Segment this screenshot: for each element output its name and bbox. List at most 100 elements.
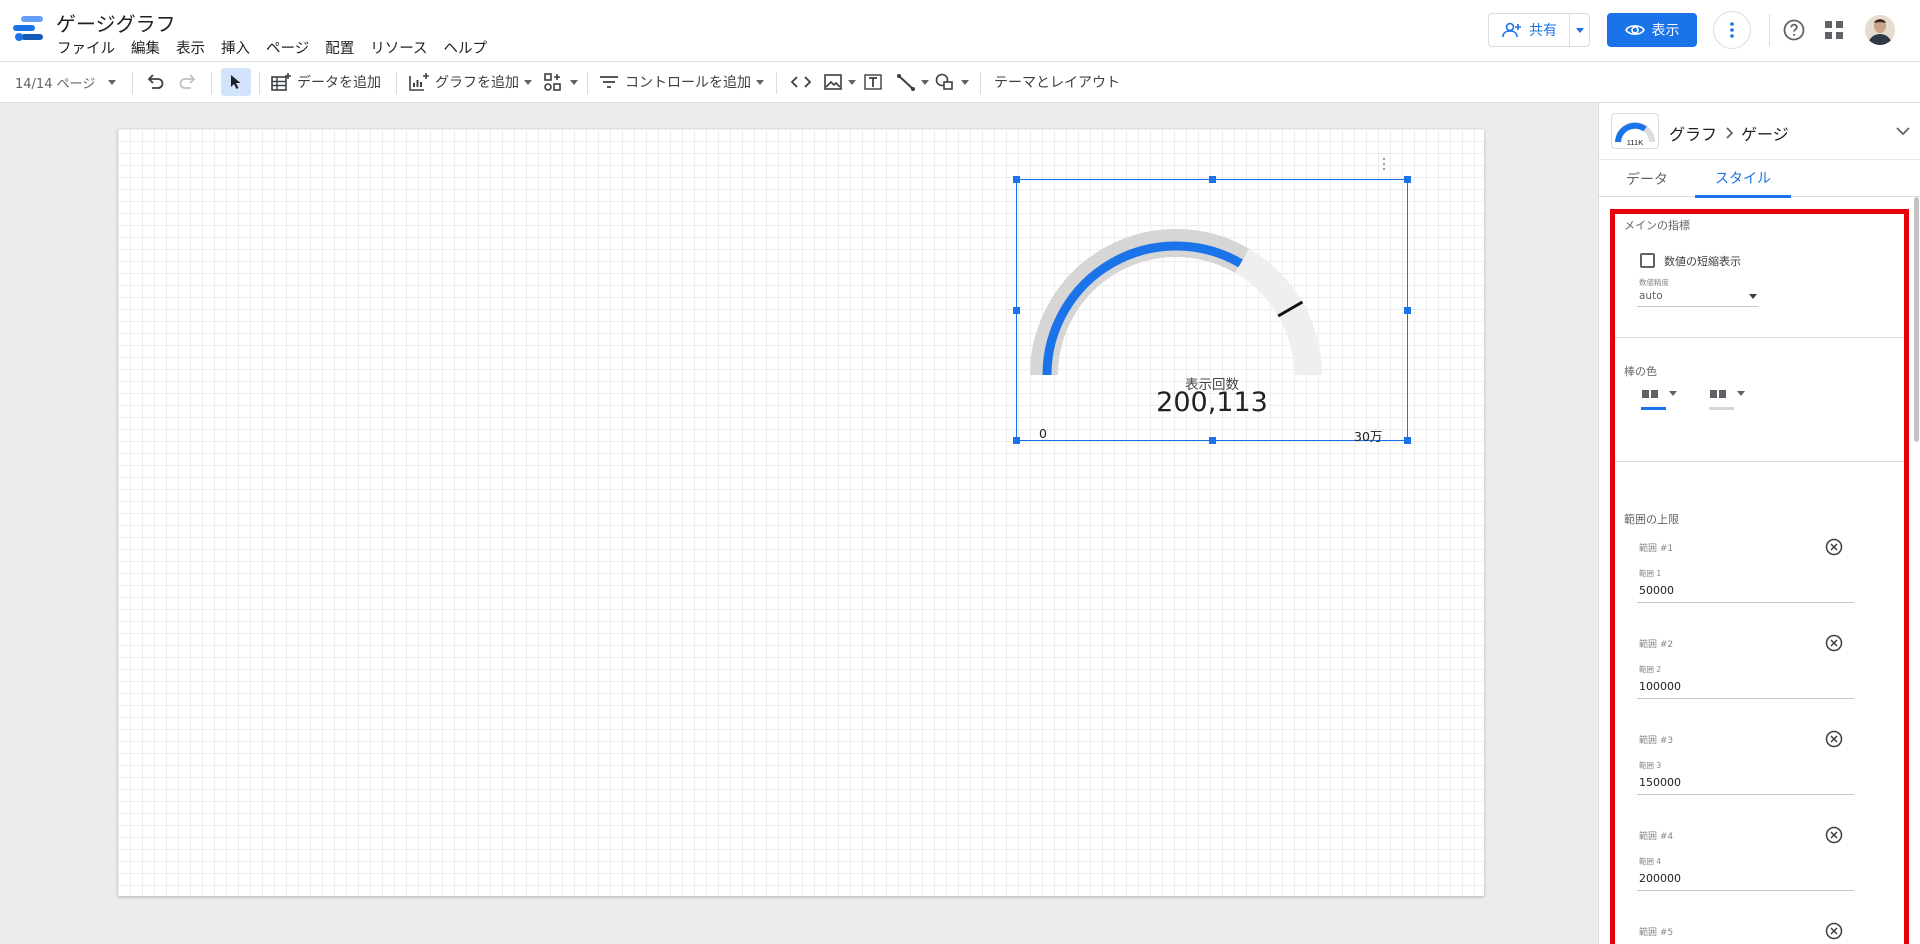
add-chart-label: グラフを追加 <box>435 75 519 91</box>
caret-down-icon <box>848 79 856 85</box>
image-button[interactable] <box>823 62 856 102</box>
header-divider <box>1769 14 1770 46</box>
shape-button[interactable] <box>934 62 969 102</box>
chart-more-icon[interactable] <box>1381 157 1387 171</box>
resize-handle-top-left[interactable] <box>1013 176 1020 183</box>
caret-down-icon <box>961 79 969 85</box>
shapes-icon <box>935 73 953 90</box>
theme-layout-label: テーマとレイアウト <box>994 75 1120 91</box>
add-data-button[interactable]: データを追加 <box>270 62 381 102</box>
app-header: ゲージグラフ ファイル 編集 表示 挿入 ページ 配置 リソース ヘルプ 共有 … <box>0 0 1920 61</box>
add-chart-icon <box>409 73 429 91</box>
gauge-chart-icon: 111K <box>1615 122 1655 147</box>
gauge-min-label: 0 <box>1039 426 1047 441</box>
panel-tabs: データ スタイル <box>1599 159 1920 198</box>
breadcrumb-parent[interactable]: グラフ <box>1669 121 1717 145</box>
menu-arrange[interactable]: 配置 <box>317 37 362 58</box>
resize-handle-top-right[interactable] <box>1404 176 1411 183</box>
menu-insert[interactable]: 挿入 <box>213 37 258 58</box>
code-brackets-icon <box>790 76 812 88</box>
share-label: 共有 <box>1529 23 1557 39</box>
user-photo-icon <box>1865 15 1895 45</box>
add-chart-button[interactable]: グラフを追加 <box>408 62 532 102</box>
eye-icon <box>1624 25 1645 35</box>
toolbar-divider <box>396 72 397 94</box>
share-button-group: 共有 <box>1488 13 1590 47</box>
caret-down-icon <box>756 79 764 85</box>
menu-view[interactable]: 表示 <box>168 37 213 58</box>
properties-panel: 111K グラフ ゲージ データ スタイル メインの指標 数値の短縮表示 数値精… <box>1598 103 1920 944</box>
menu-file[interactable]: ファイル <box>57 37 123 58</box>
resize-handle-left[interactable] <box>1013 307 1020 314</box>
panel-scrollbar-thumb[interactable] <box>1914 197 1919 442</box>
undo-button[interactable] <box>145 62 165 102</box>
components-icon <box>544 73 561 91</box>
toolbar-divider <box>587 72 588 94</box>
toolbar-divider <box>259 72 260 94</box>
apps-grid-icon[interactable] <box>1824 20 1844 40</box>
menu-page[interactable]: ページ <box>258 37 317 58</box>
chevron-right-icon <box>1726 127 1734 139</box>
toolbar-divider <box>776 72 777 94</box>
undo-icon <box>147 74 164 89</box>
redo-icon <box>179 74 196 89</box>
breadcrumb-child: ゲージ <box>1741 125 1789 144</box>
report-title[interactable]: ゲージグラフ <box>56 8 176 37</box>
line-icon <box>897 74 915 91</box>
community-viz-button[interactable] <box>543 62 578 102</box>
tab-data[interactable]: データ <box>1605 160 1689 198</box>
line-button[interactable] <box>896 62 929 102</box>
share-button[interactable]: 共有 <box>1489 14 1569 46</box>
data-studio-logo-icon[interactable] <box>13 14 45 44</box>
view-label: 表示 <box>1651 23 1680 39</box>
filter-icon <box>600 76 618 88</box>
gauge-chart[interactable]: 表示回数 200,113 0 30万 <box>1013 176 1411 444</box>
thumb-label: 111K <box>1627 138 1643 147</box>
menu-edit[interactable]: 編集 <box>123 37 168 58</box>
help-icon[interactable] <box>1782 18 1806 42</box>
add-control-label: コントロールを追加 <box>625 75 751 91</box>
add-control-button[interactable]: コントロールを追加 <box>598 62 764 102</box>
resize-handle-top[interactable] <box>1209 176 1216 183</box>
page-indicator: 14/14 ページ <box>15 76 96 92</box>
chart-type-thumbnail[interactable]: 111K <box>1611 113 1659 149</box>
report-page[interactable]: 表示回数 200,113 0 30万 <box>118 129 1484 896</box>
embed-url-button[interactable] <box>790 62 812 102</box>
more-options-button[interactable] <box>1713 11 1751 49</box>
toolbar-divider <box>980 72 981 94</box>
text-box-icon <box>864 74 882 90</box>
image-icon <box>824 74 842 90</box>
caret-down-icon <box>1575 27 1584 33</box>
caret-down-icon <box>524 79 532 85</box>
gauge-track <box>1030 229 1250 376</box>
resize-handle-bottom-left[interactable] <box>1013 437 1020 444</box>
view-mode-button[interactable]: 表示 <box>1607 13 1697 47</box>
style-settings-scroll[interactable]: メインの指標 数値の短縮表示 数値精度 auto 棒の色 範囲の上限 範囲 #1… <box>1599 197 1920 944</box>
caret-down-icon <box>921 79 929 85</box>
page-navigator[interactable]: 14/14 ページ <box>15 62 117 102</box>
select-tool-button[interactable] <box>221 68 251 96</box>
user-avatar[interactable] <box>1865 15 1895 45</box>
redo-button[interactable] <box>178 62 198 102</box>
resize-handle-bottom-right[interactable] <box>1404 437 1411 444</box>
chevron-down-icon[interactable] <box>1895 123 1911 139</box>
theme-layout-button[interactable]: テーマとレイアウト <box>994 62 1120 102</box>
gauge-max-label: 30万 <box>1354 429 1383 444</box>
add-data-label: データを追加 <box>297 75 381 91</box>
caret-down-icon <box>570 79 578 85</box>
share-dropdown-button[interactable] <box>1569 14 1589 46</box>
gauge-value-label: 200,113 <box>1156 387 1268 418</box>
menu-resource[interactable]: リソース <box>362 37 435 58</box>
text-box-button[interactable] <box>863 62 883 102</box>
add-data-icon <box>271 73 291 91</box>
panel-header: 111K グラフ ゲージ <box>1599 103 1920 159</box>
caret-down-icon <box>108 79 117 85</box>
more-vert-icon <box>1730 22 1734 38</box>
resize-handle-right[interactable] <box>1404 307 1411 314</box>
menu-help[interactable]: ヘルプ <box>436 37 496 58</box>
editor-toolbar: 14/14 ページ データを追加 グラフを追加 コントロールを追加 テーマとレイ… <box>0 61 1920 103</box>
resize-handle-bottom[interactable] <box>1209 437 1216 444</box>
toolbar-divider <box>211 72 212 94</box>
tab-style[interactable]: スタイル <box>1695 160 1791 198</box>
add-person-icon <box>1502 22 1521 38</box>
